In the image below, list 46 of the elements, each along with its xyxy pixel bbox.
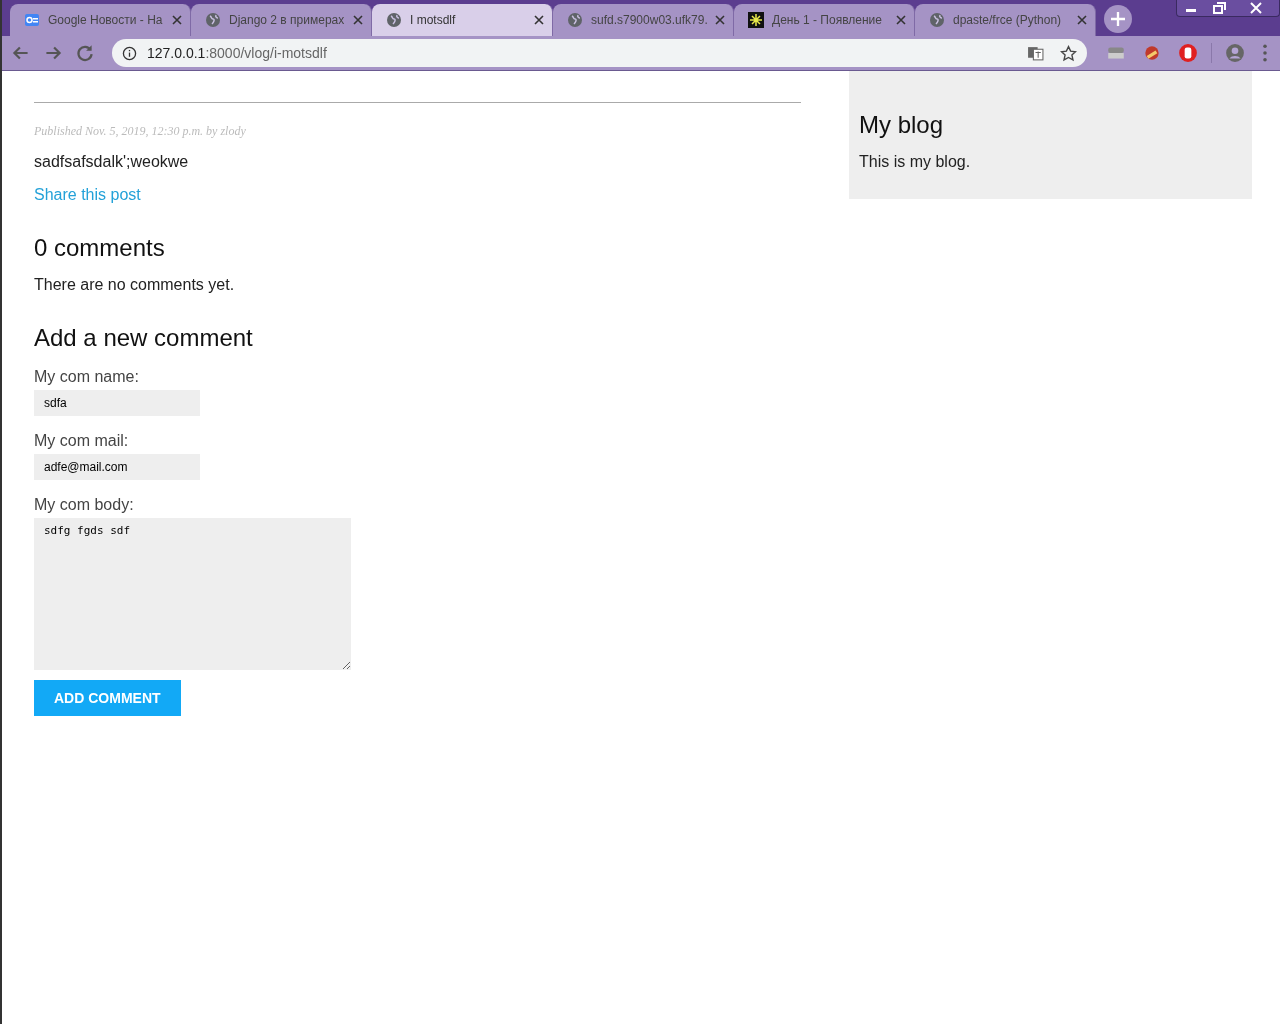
new-tab-button[interactable] (1104, 5, 1132, 33)
browser-tab[interactable]: sufd.s7900w03.ufk79. (553, 4, 734, 36)
input-field[interactable]: adfe@mail.com (34, 454, 200, 480)
tab-title: День 1 - Появление (772, 13, 883, 27)
close-icon[interactable] (1077, 15, 1087, 25)
address-bar[interactable]: 127.0.0.1:8000/vlog/i-motsdlf (112, 39, 1087, 67)
input-field[interactable]: sdfa (34, 390, 200, 416)
post-body: sadfsafsdalk';weokwe (34, 153, 189, 171)
url-text: 127.0.0.1:8000/vlog/i-motsdlf (147, 45, 327, 61)
extension-icon[interactable] (1142, 43, 1162, 63)
star-icon (748, 12, 764, 28)
close-icon[interactable] (715, 15, 725, 25)
translate-icon[interactable] (1027, 44, 1044, 62)
tab-title: Django 2 в примерах (229, 13, 345, 27)
account-icon[interactable] (1225, 43, 1245, 63)
share-link[interactable]: Share this post (34, 186, 141, 204)
tab-title: I motsdlf (410, 13, 457, 27)
post-meta: Published Nov. 5, 2019, 12:30 p.m. by zlody (34, 124, 246, 139)
close-icon[interactable] (353, 15, 363, 25)
form-heading: Add a new comment (34, 324, 253, 352)
tab-title: dpaste/frce (Python) (953, 13, 1063, 27)
close-icon[interactable] (534, 15, 544, 25)
sidebar-text: This is my blog. (859, 153, 972, 171)
plus-icon (1111, 12, 1125, 26)
news-icon (24, 12, 40, 28)
browser-tab[interactable]: Google Новости - На (10, 4, 191, 36)
browser-tab[interactable]: День 1 - Появление (734, 4, 915, 36)
close-icon[interactable] (172, 15, 182, 25)
add-comment-button[interactable]: ADD COMMENT (34, 680, 181, 716)
reload-icon[interactable] (74, 42, 96, 64)
star-icon[interactable] (1060, 44, 1077, 62)
menu-icon[interactable] (1261, 43, 1269, 63)
browser-tab[interactable]: I motsdlf (372, 4, 553, 36)
field-label: My com body: (34, 496, 134, 514)
tab-title: Google Новости - На (48, 13, 164, 27)
close-icon[interactable] (896, 15, 906, 25)
textarea-field[interactable]: sdfg fgds sdf (34, 518, 351, 670)
field-label: My com name: (34, 368, 139, 386)
sidebar-title: My blog (859, 111, 945, 139)
tab-title: sufd.s7900w03.ufk79. (591, 13, 707, 27)
browser-tab[interactable]: dpaste/frce (Python) (915, 4, 1096, 36)
comments-heading: 0 comments (34, 234, 165, 262)
info-icon (122, 45, 137, 61)
no-comments-text: There are no comments yet. (34, 276, 235, 294)
browser-tab[interactable]: Django 2 в примерах (191, 4, 372, 36)
field-label: My com mail: (34, 432, 129, 450)
